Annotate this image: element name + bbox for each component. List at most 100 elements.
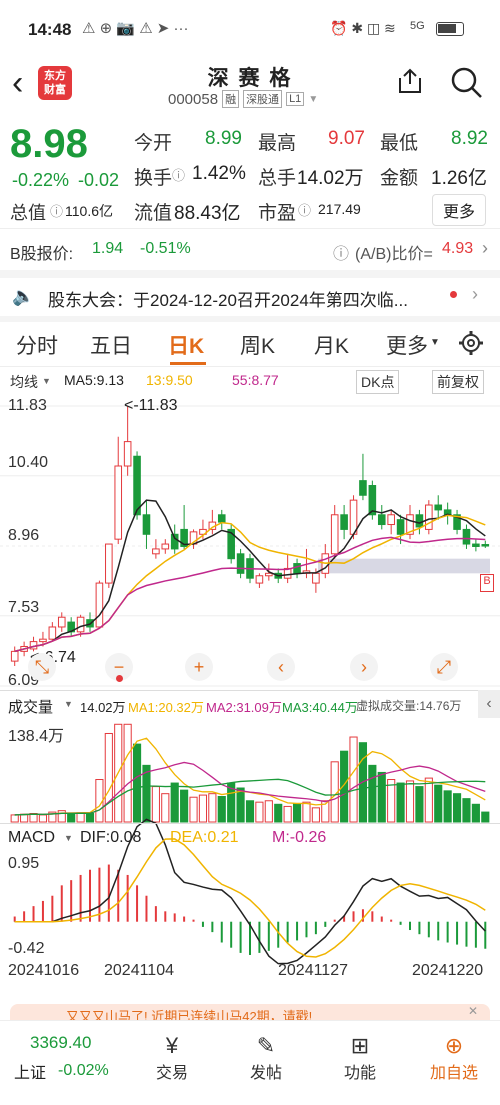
date-label: 20241220	[412, 962, 484, 979]
tab-wuri[interactable]: 五日	[90, 330, 132, 360]
candle	[415, 514, 424, 528]
volume-legend: 成交量 ▼ 14.02万 MA1:20.32万 MA2:31.09万 MA3:4…	[0, 694, 500, 716]
candle	[265, 572, 273, 577]
tab-zhouk[interactable]: 周K	[240, 330, 275, 360]
edit-icon: ✎	[256, 1033, 276, 1058]
candle	[152, 548, 160, 555]
add-circle-icon: ⊕	[444, 1033, 464, 1058]
dk-point-button[interactable]: DK点	[356, 370, 400, 394]
macd-selector[interactable]: MACD	[8, 829, 55, 847]
volume-selector[interactable]: 成交量	[8, 696, 53, 717]
candlestick-chart[interactable]	[0, 405, 500, 687]
volume-bar	[161, 793, 170, 823]
volume-bar	[20, 813, 29, 823]
nav-add-watchlist[interactable]: ⊕ 加自选	[430, 1033, 478, 1083]
candle	[217, 514, 226, 523]
caret-down-icon: ▼	[64, 699, 73, 709]
nav-post[interactable]: ✎ 发帖	[250, 1033, 282, 1083]
expand-icon[interactable]: ⤢	[430, 653, 458, 681]
more-button[interactable]: 更多	[432, 194, 487, 226]
volume-bar	[67, 813, 76, 823]
volume-bar	[274, 803, 283, 823]
volume-bar	[264, 800, 273, 823]
info-icon[interactable]: ⓘ	[298, 200, 311, 219]
info-icon[interactable]: ⓘ	[172, 165, 185, 184]
volume-bar	[123, 723, 132, 823]
volume-chart[interactable]	[10, 723, 490, 823]
candle	[114, 465, 123, 540]
candle	[161, 543, 170, 550]
tab-yuek[interactable]: 月K	[314, 330, 349, 360]
candle	[425, 504, 433, 530]
volume-bar	[245, 800, 255, 823]
help-icon[interactable]: ⓘ	[333, 240, 349, 264]
info-icon[interactable]: ⓘ	[50, 201, 63, 220]
search-icon[interactable]	[450, 66, 484, 100]
unread-dot	[450, 291, 457, 298]
candle	[76, 616, 85, 633]
quote-panel: 8.98 -0.22% -0.02 总值 ⓘ 110.6亿 今开 8.99 最高…	[0, 116, 500, 226]
b-signal-marker[interactable]: B	[480, 574, 494, 592]
volume-bar	[292, 803, 302, 823]
stock-header: ‹ 东方 财富 深 赛 格 000058 融 深股通 L1 ▼	[0, 58, 500, 116]
tab-more[interactable]: 更多	[386, 330, 428, 360]
grid-icon: ⊞	[350, 1033, 370, 1058]
volume-bar	[180, 789, 189, 823]
active-tab-indicator	[170, 362, 206, 365]
caret-down-icon: ▼	[64, 833, 73, 843]
candle	[396, 519, 405, 535]
index-name: 上证	[14, 1065, 47, 1082]
volume-bar	[57, 810, 66, 823]
turnover-value: 1.42%	[192, 163, 246, 184]
ma-selector[interactable]: 均线	[10, 372, 38, 392]
candle	[255, 575, 264, 584]
candle	[133, 455, 141, 516]
high-label: 最高	[258, 133, 297, 154]
current-price: 8.98	[10, 122, 88, 166]
vol-ma3: MA3:40.44万	[282, 700, 358, 715]
candle	[387, 514, 395, 526]
candle	[39, 638, 47, 643]
volume-bar	[405, 780, 415, 823]
volume-bar	[471, 803, 480, 823]
candle	[481, 544, 490, 547]
b-share-row[interactable]: B股报价: 1.94 -0.51% ⓘ (A/B)比价= 4.93 ›	[0, 236, 500, 264]
caret-down-icon: ▼	[430, 337, 440, 348]
macd-axis-bottom: -0.42	[8, 940, 45, 957]
settings-gear-icon[interactable]	[458, 330, 484, 356]
tab-rik[interactable]: 日K	[168, 330, 204, 360]
candle	[123, 441, 132, 467]
shrink-icon[interactable]: ⤡	[28, 653, 56, 681]
volume-bar	[434, 784, 443, 823]
period-tabs: 分时 五日 日K 周K 月K 更多 ▼	[0, 322, 500, 368]
volume-bar	[189, 796, 198, 823]
index-quote[interactable]: 3369.40 上证 -0.02%	[14, 1033, 109, 1083]
nav-function[interactable]: ⊞ 功能	[344, 1033, 376, 1083]
total-cap: 110.6亿	[65, 203, 113, 219]
ma55-value: 55:8.77	[232, 372, 279, 388]
volume-bar	[10, 814, 19, 823]
pressure-zone	[318, 558, 490, 574]
amount-label: 金额	[380, 168, 419, 189]
share-icon[interactable]	[396, 68, 424, 96]
chevron-down-icon[interactable]: ▼	[308, 94, 318, 105]
pan-right-icon[interactable]: ›	[350, 653, 378, 681]
pan-left-icon[interactable]: ‹	[267, 653, 295, 681]
tab-fenshi[interactable]: 分时	[16, 330, 58, 360]
close-icon[interactable]: ✕	[468, 1004, 478, 1018]
low-value: 8.92	[451, 128, 488, 149]
fuquan-button[interactable]: 前复权	[432, 370, 484, 394]
zoom-in-icon[interactable]: +	[185, 653, 213, 681]
collapse-left-icon[interactable]: ‹	[478, 690, 500, 718]
volume-bar	[85, 813, 95, 823]
notice-bar[interactable]: 🔈 股东大会：于2024-12-20召开2024年第四次临... ›	[0, 278, 500, 316]
bottom-nav: 3369.40 上证 -0.02% ¥ 交易 ✎ 发帖 ⊞ 功能 ⊕ 加自选	[0, 1020, 500, 1105]
volume-bar	[377, 771, 386, 823]
candle	[434, 504, 443, 511]
promo-banner[interactable]: 又又又山马了! 近期已连续山马42期，请戳! ✕	[10, 1004, 490, 1020]
ab-ratio-label: (A/B)比价=	[355, 246, 433, 263]
index-value: 3369.40	[30, 1033, 92, 1052]
network-indicator: 5G	[410, 20, 425, 32]
candle	[330, 514, 339, 555]
nav-trade[interactable]: ¥ 交易	[156, 1033, 188, 1083]
